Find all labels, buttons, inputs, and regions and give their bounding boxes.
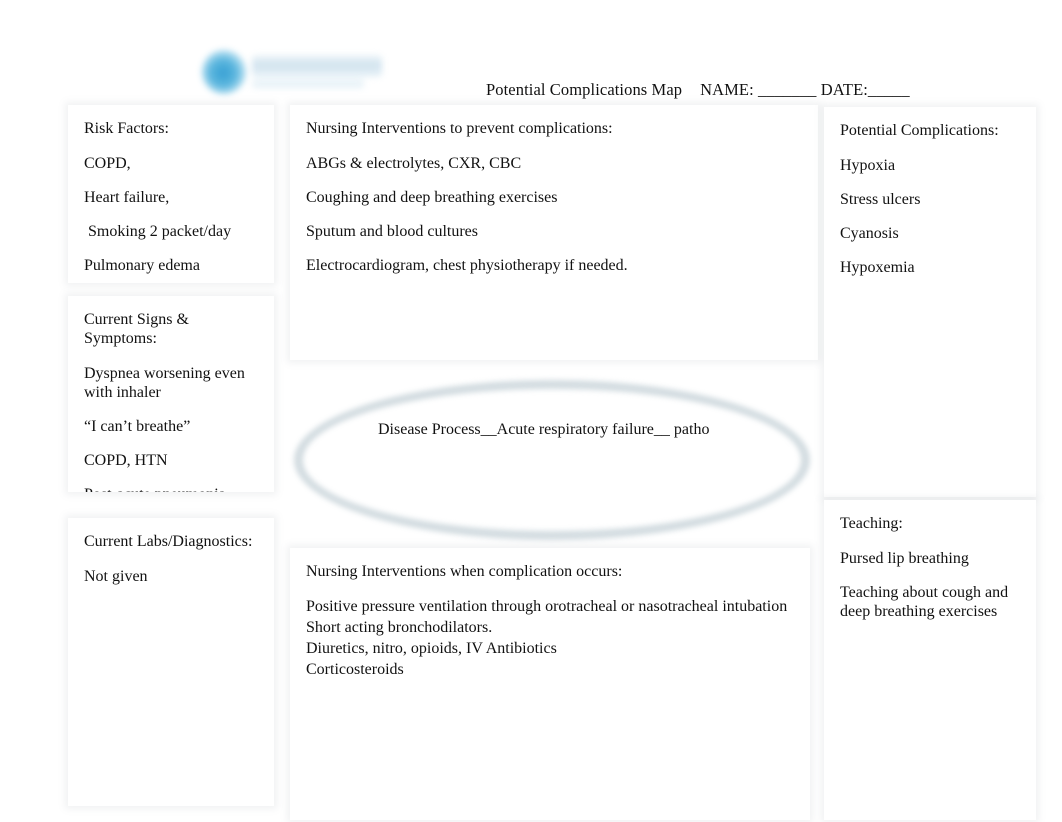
potential-complications-heading: Potential Complications:: [840, 122, 999, 139]
signs-symptoms-heading: Current Signs & Symptoms:: [84, 311, 193, 347]
risk-factors-item: Pulmonary edema: [84, 257, 200, 274]
panel-potential-complications: Potential Complications: Hypoxia Stress …: [824, 107, 1036, 497]
name-field-label: NAME: _______: [700, 80, 817, 99]
signs-symptoms-item: COPD, HTN: [84, 452, 168, 469]
interventions-occurs-heading: Nursing Interventions when complication …: [306, 563, 623, 580]
panel-interventions-prevent: Nursing Interventions to prevent complic…: [290, 105, 818, 360]
page-title: Potential Complications Map NAME: _______…: [486, 79, 910, 100]
interventions-prevent-item: Sputum and blood cultures: [306, 223, 478, 240]
risk-factors-item: COPD,: [84, 155, 131, 172]
panel-current-labs-diagnostics: Current Labs/Diagnostics: Not given: [68, 518, 274, 806]
date-field-label: DATE:_____: [820, 80, 910, 99]
risk-factors-heading: Risk Factors:: [84, 120, 169, 137]
interventions-prevent-item: ABGs & electrolytes, CXR, CBC: [306, 155, 522, 172]
panel-teaching: Teaching: Pursed lip breathing Teaching …: [824, 500, 1036, 820]
teaching-item: Pursed lip breathing: [840, 550, 969, 567]
signs-symptoms-item: “I can’t breathe”: [84, 418, 191, 435]
interventions-prevent-item: Electrocardiogram, chest physiotherapy i…: [306, 257, 628, 274]
panel-risk-factors: Risk Factors: COPD, Heart failure, Smoki…: [68, 105, 274, 283]
interventions-occurs-item: Positive pressure ventilation through or…: [306, 598, 788, 615]
interventions-occurs-item: Corticosteroids: [306, 661, 404, 678]
disease-process-label: Disease Process__Acute respiratory failu…: [378, 421, 710, 438]
page-title-text: Potential Complications Map: [486, 80, 683, 99]
organization-logo: [196, 42, 396, 102]
interventions-prevent-heading: Nursing Interventions to prevent complic…: [306, 120, 613, 137]
disease-process-ellipse: Disease Process__Acute respiratory failu…: [286, 372, 822, 552]
panel-current-signs-symptoms: Current Signs & Symptoms: Dyspnea worsen…: [68, 296, 274, 492]
labs-item: Not given: [84, 568, 148, 585]
logo-wordmark-subtitle: [252, 78, 364, 88]
signs-symptoms-item: Post-acute pneumonia: [84, 485, 258, 492]
panel-interventions-when-complication-occurs: Nursing Interventions when complication …: [290, 548, 810, 820]
potential-complications-item: Cyanosis: [840, 225, 899, 242]
logo-wordmark: [252, 55, 382, 77]
logo-circle-icon: [202, 50, 246, 94]
potential-complications-item: Hypoxemia: [840, 259, 915, 276]
interventions-occurs-item: Diuretics, nitro, opioids, IV Antibiotic…: [306, 640, 557, 657]
interventions-occurs-item: Short acting bronchodilators.: [306, 619, 493, 636]
potential-complications-item: Hypoxia: [840, 157, 896, 174]
potential-complications-item: Stress ulcers: [840, 191, 921, 208]
risk-factors-item: Smoking 2 packet/day: [84, 223, 232, 240]
page: Potential Complications Map NAME: _______…: [0, 0, 1062, 822]
ellipse-shape: [294, 380, 810, 540]
risk-factors-item: Heart failure,: [84, 189, 170, 206]
labs-heading: Current Labs/Diagnostics:: [84, 533, 253, 550]
interventions-prevent-item: Coughing and deep breathing exercises: [306, 189, 558, 206]
teaching-item: Teaching about cough and deep breathing …: [840, 584, 1013, 620]
signs-symptoms-item: Dyspnea worsening even with inhaler: [84, 365, 249, 401]
teaching-heading: Teaching:: [840, 515, 903, 532]
